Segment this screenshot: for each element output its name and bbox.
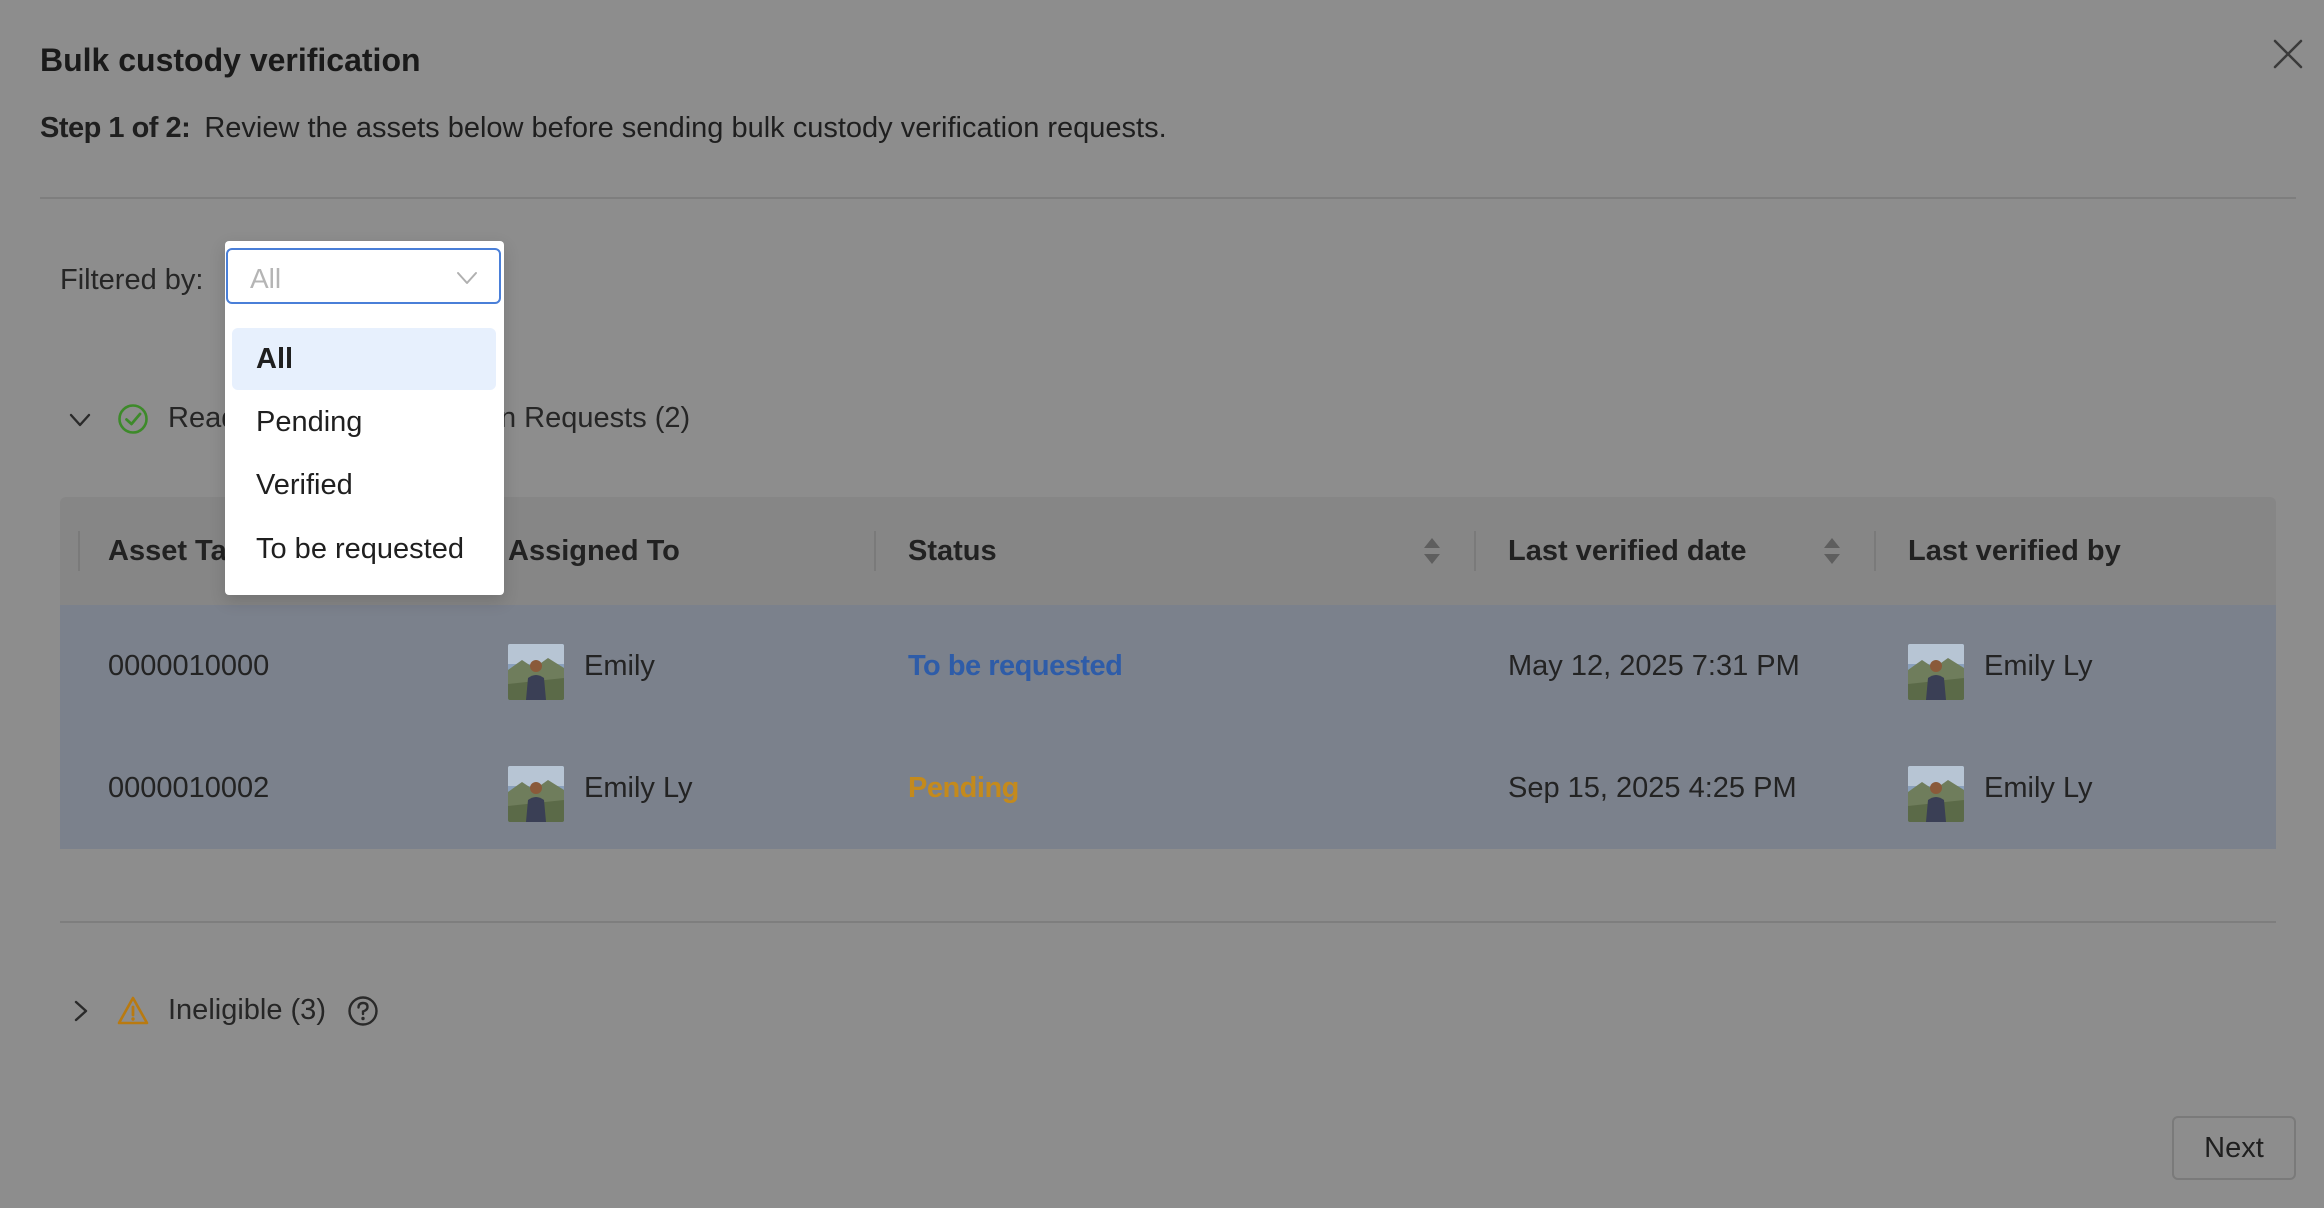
- filter-option-verified[interactable]: Verified: [232, 454, 496, 516]
- ineligible-section-title: Ineligible (3): [168, 994, 326, 1026]
- status-badge: Pending: [908, 772, 1019, 804]
- assigned-to-cell: Emily Ly: [584, 772, 693, 804]
- assigned-to-cell: Emily: [584, 650, 655, 682]
- filter-select[interactable]: All: [226, 248, 501, 304]
- help-icon[interactable]: [346, 994, 380, 1028]
- column-separator: [78, 531, 80, 571]
- asset-tag-cell: 0000010000: [108, 650, 270, 682]
- section-divider: [60, 921, 2276, 923]
- column-separator: [1874, 531, 1876, 571]
- chevron-down-icon: [455, 266, 479, 290]
- close-icon[interactable]: [2270, 36, 2306, 72]
- chevron-right-icon[interactable]: [68, 999, 92, 1023]
- column-header-asset-tag: Asset Ta: [108, 535, 227, 567]
- bulk-verification-modal: Bulk custody verification Step 1 of 2: Re…: [0, 0, 2324, 1208]
- modal-title: Bulk custody verification: [40, 42, 421, 78]
- last-verified-by-cell: Emily Ly: [1984, 772, 2093, 804]
- filter-label: Filtered by:: [60, 264, 204, 296]
- column-separator: [1474, 531, 1476, 571]
- next-button[interactable]: Next: [2172, 1116, 2296, 1180]
- sort-icon[interactable]: [1822, 535, 1842, 567]
- last-verified-date-cell: May 12, 2025 7:31 PM: [1508, 650, 1800, 682]
- chevron-down-icon[interactable]: [68, 408, 92, 432]
- sort-icon[interactable]: [1422, 535, 1442, 567]
- table-row[interactable]: 0000010002 Emily Ly Pending Sep 15, 2025…: [60, 727, 2276, 849]
- column-separator: [874, 531, 876, 571]
- avatar: [508, 766, 564, 822]
- filter-option-all[interactable]: All: [232, 328, 496, 390]
- last-verified-date-cell: Sep 15, 2025 4:25 PM: [1508, 772, 1797, 804]
- avatar: [508, 644, 564, 700]
- warning-icon: [116, 994, 150, 1028]
- column-header-last-verified-by: Last verified by: [1908, 535, 2121, 567]
- table-body: 0000010000 Emily To be requested May 12,…: [60, 605, 2276, 849]
- filter-select-value: All: [250, 263, 282, 294]
- filter-option-to-be-requested[interactable]: To be requested: [232, 518, 496, 580]
- step-description: Step 1 of 2: Review the assets below befo…: [40, 112, 1167, 145]
- last-verified-by-cell: Emily Ly: [1984, 650, 2093, 682]
- check-circle-icon: [116, 402, 150, 436]
- filter-dropdown: All All Pending Verified To be requested: [225, 241, 504, 595]
- asset-tag-cell: 0000010002: [108, 772, 270, 804]
- status-badge: To be requested: [908, 650, 1123, 682]
- avatar: [1908, 644, 1964, 700]
- filter-option-pending[interactable]: Pending: [232, 391, 496, 453]
- step-label: Step 1 of 2:: [40, 112, 191, 144]
- header-divider: [40, 197, 2296, 199]
- avatar: [1908, 766, 1964, 822]
- ready-section-title-end: n Requests (2): [500, 402, 691, 434]
- table-row[interactable]: 0000010000 Emily To be requested May 12,…: [60, 605, 2276, 727]
- step-text: Review the assets below before sending b…: [204, 112, 1167, 144]
- column-header-last-verified-date[interactable]: Last verified date: [1508, 497, 1747, 605]
- column-header-status[interactable]: Status: [908, 497, 997, 605]
- column-header-assigned-to: Assigned To: [508, 535, 680, 567]
